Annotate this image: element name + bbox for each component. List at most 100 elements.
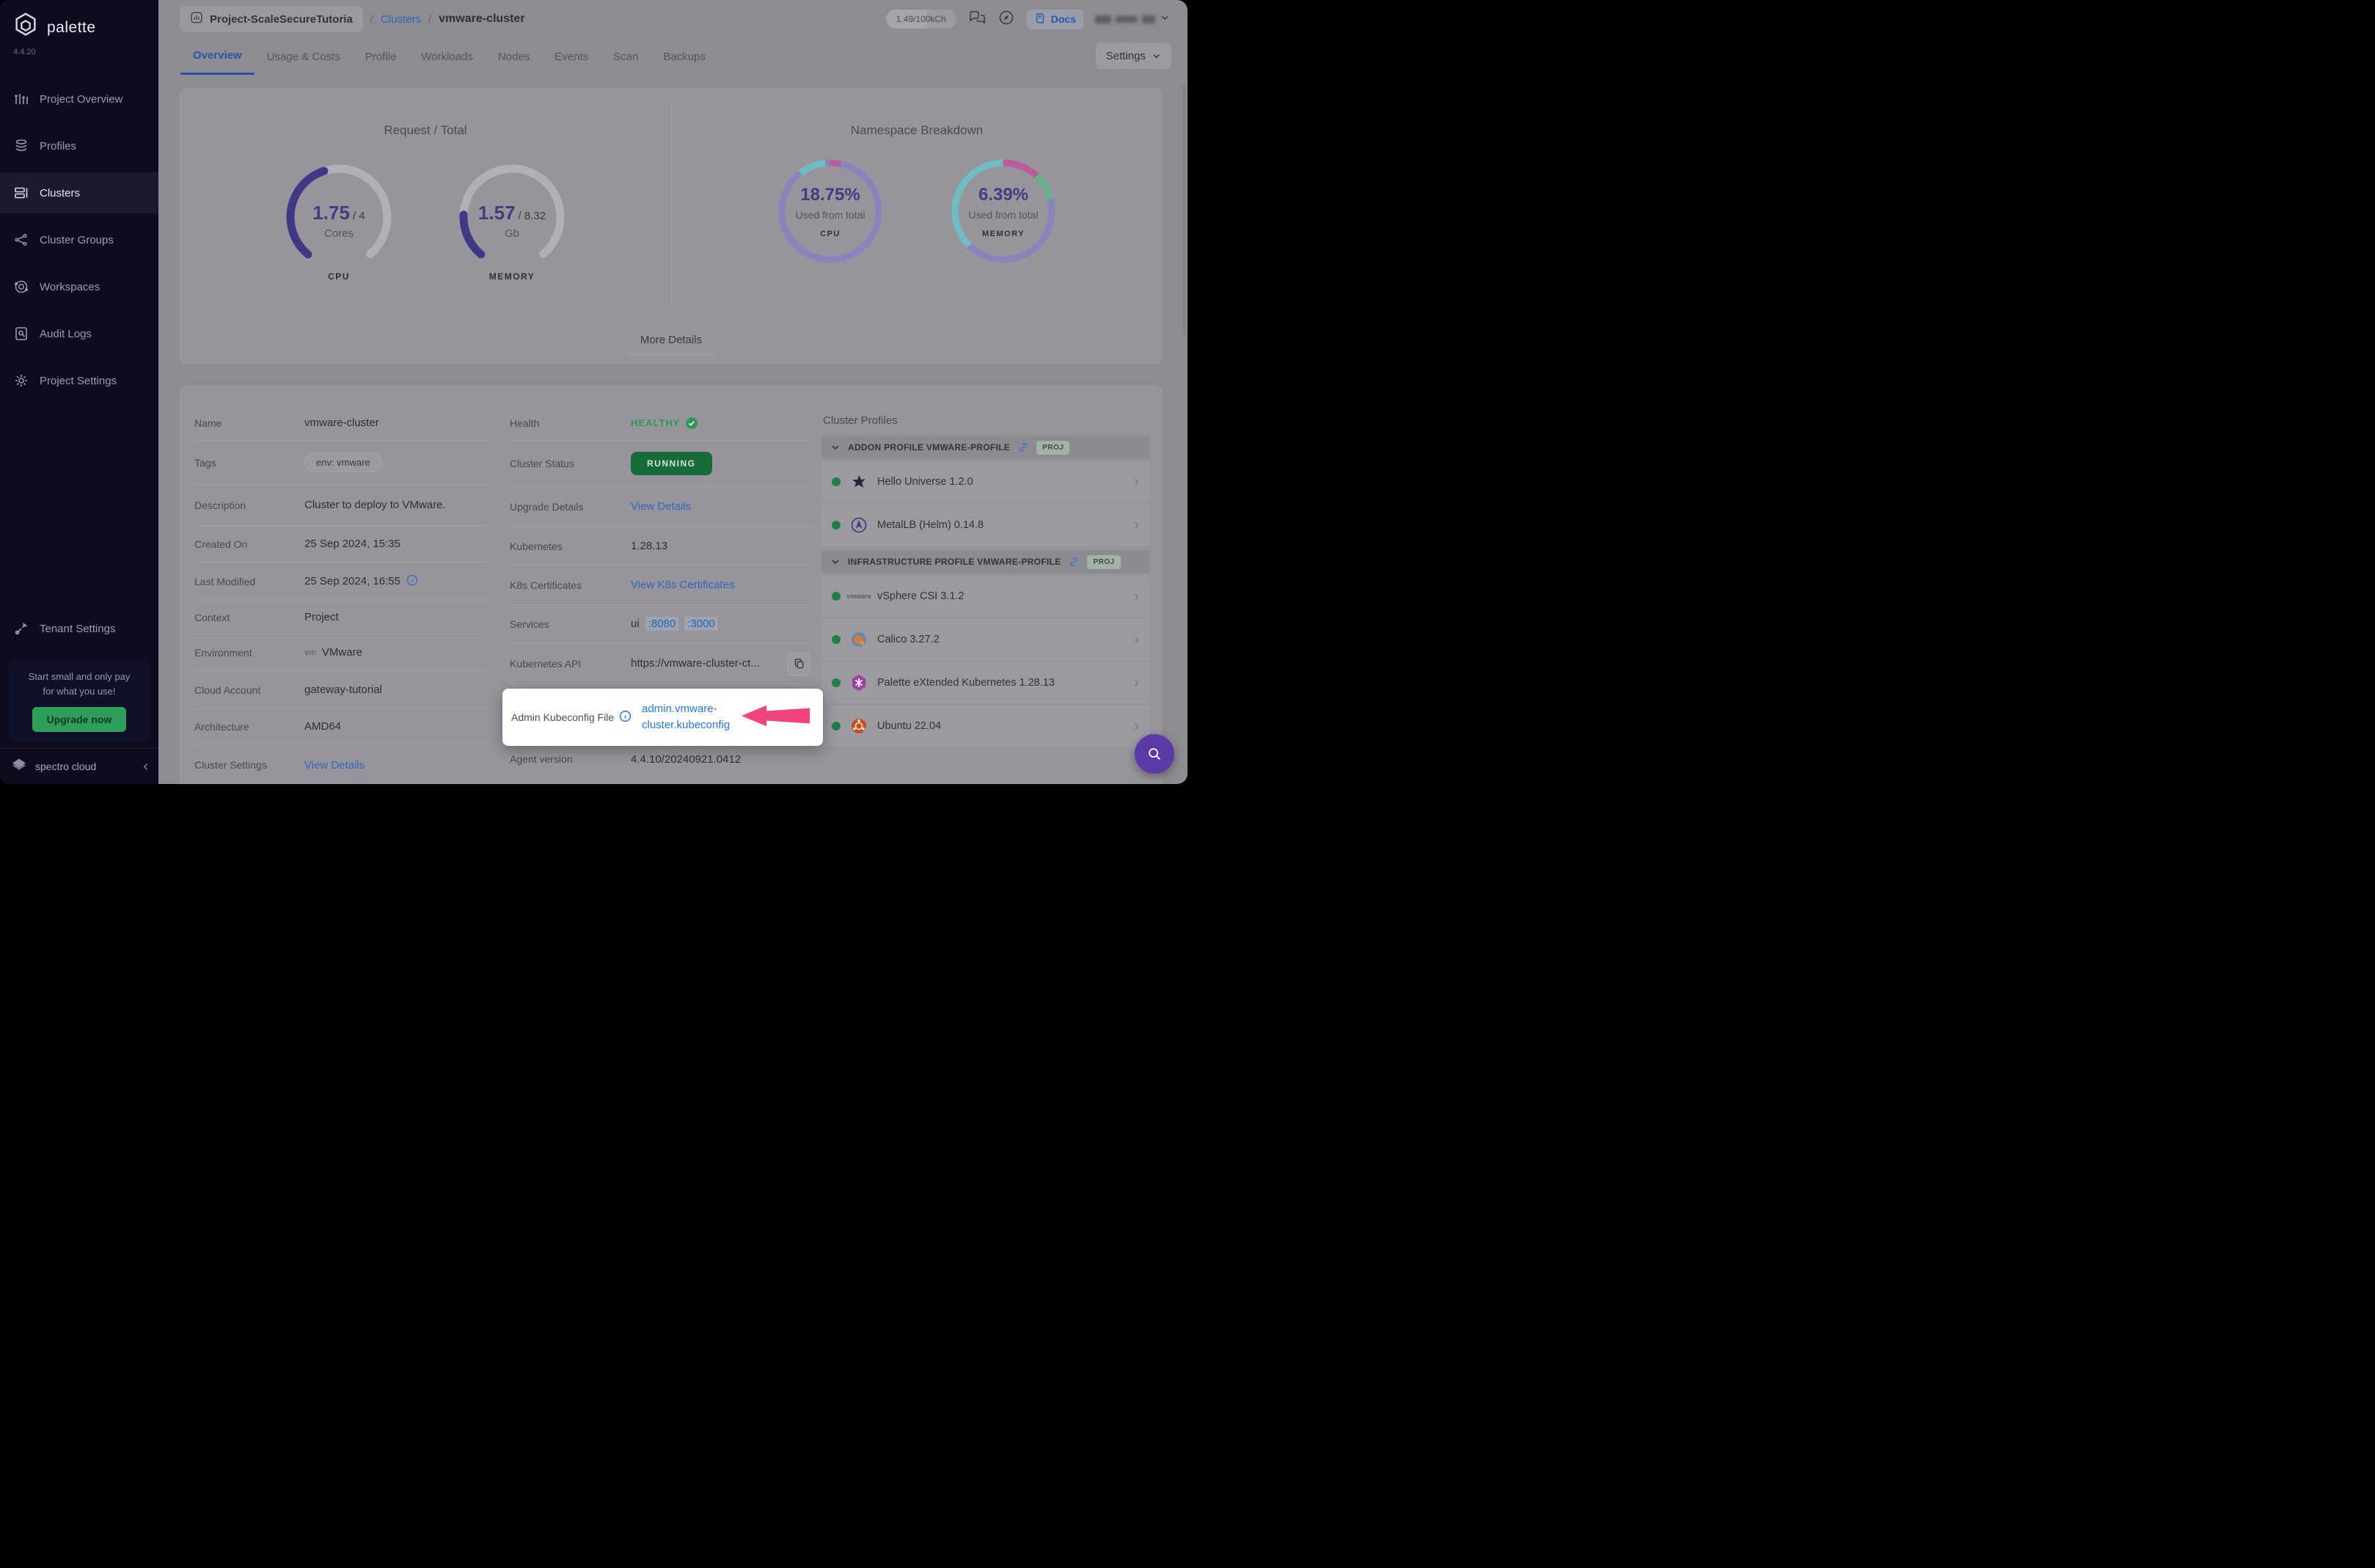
details-left-column: Name vmware-cluster Tags env: vmware Des…	[194, 406, 489, 784]
chevron-down-icon	[1153, 54, 1160, 58]
detail-row-agent-version: Agent version 4.4.10/20240921.0412	[510, 752, 742, 766]
infrastructure-profile-header[interactable]: INFRASTRUCTURE PROFILE VMWARE-PROFILE PR…	[821, 550, 1149, 574]
usage-overview-card: Request / Total 1.75/ 4 Cores CPU 1.57 /…	[180, 88, 1163, 364]
kubernetes-api-value: https://vmware-cluster-ct...	[631, 657, 760, 670]
status-dot	[832, 678, 841, 687]
tab-usage-costs[interactable]: Usage & Costs	[255, 38, 353, 75]
tab-workloads[interactable]: Workloads	[409, 38, 486, 75]
cluster-settings-view-details-link[interactable]: View Details	[304, 759, 365, 772]
sidebar-item-project-overview[interactable]: Project Overview	[0, 78, 158, 120]
chevron-down-icon	[832, 445, 839, 450]
tab-events[interactable]: Events	[542, 38, 601, 75]
copy-icon[interactable]	[787, 651, 810, 675]
admin-kubeconfig-file-link[interactable]: admin.vmware- cluster.kubeconfig	[642, 701, 730, 733]
info-icon[interactable]	[406, 574, 418, 589]
profile-layer-palette-extended-kubernetes[interactable]: Palette eXtended Kubernetes 1.28.13 ›	[821, 662, 1149, 703]
chevron-right-icon: ›	[1134, 473, 1139, 490]
info-icon[interactable]	[619, 710, 632, 725]
server-icon	[13, 185, 29, 201]
cpu-gauge: 1.75/ 4 Cores CPU	[280, 158, 398, 282]
memory-used-caption: Used from total	[968, 208, 1039, 221]
environment-value: VMware	[321, 646, 362, 659]
nodes-icon	[13, 232, 29, 248]
palette-logo-icon	[12, 12, 40, 43]
detail-row-tags: Tags env: vmware	[194, 441, 489, 485]
status-dot	[832, 635, 841, 644]
cluster-tabs: Overview Usage & Costs Profile Workloads…	[158, 38, 1188, 75]
status-dot	[832, 722, 841, 730]
chevron-down-icon	[1160, 12, 1170, 26]
scrollbar[interactable]	[1182, 84, 1186, 334]
sidebar: palette 4.4.20 Project Overview Profiles…	[0, 0, 158, 784]
user-menu[interactable]	[1095, 12, 1170, 26]
sidebar-footer: spectro cloud ‹	[0, 748, 158, 784]
sidebar-item-cluster-groups[interactable]: Cluster Groups	[0, 219, 158, 260]
settings-button[interactable]: Settings	[1095, 43, 1171, 69]
tab-backups[interactable]: Backups	[651, 38, 718, 75]
more-details-button[interactable]: More Details	[180, 334, 1163, 354]
context-value: Project	[304, 611, 339, 623]
search-fab-button[interactable]	[1135, 734, 1174, 774]
detail-row-upgrade-details: Upgrade Details View Details	[510, 486, 810, 527]
usage-meter: 1.49/100kCh	[885, 10, 956, 29]
profile-layer-metallb[interactable]: MetalLB (Helm) 0.14.8 ›	[821, 505, 1149, 546]
profile-layer-ubuntu[interactable]: Ubuntu 22.04 ›	[821, 706, 1149, 747]
orbit-icon	[13, 279, 29, 295]
cloud-account-value: gateway-tutorial	[304, 684, 382, 696]
sidebar-item-project-settings[interactable]: Project Settings	[0, 360, 158, 401]
upgrade-now-button[interactable]: Upgrade now	[32, 707, 127, 732]
sidebar-item-workspaces[interactable]: Workspaces	[0, 266, 158, 307]
cpu-total-value: / 4	[352, 210, 365, 222]
sidebar-nav: Project Overview Profiles Clusters Clust…	[0, 78, 158, 407]
pxk-icon	[850, 674, 868, 692]
admin-kubeconfig-spotlight: Admin Kubeconfig File admin.vmware- clus…	[502, 689, 823, 746]
metallb-icon	[850, 516, 868, 534]
project-name: Project-ScaleSecureTutoria	[210, 12, 353, 26]
profile-layer-hello-universe[interactable]: Hello Universe 1.2.0 ›	[821, 461, 1149, 502]
tab-overview[interactable]: Overview	[180, 38, 255, 75]
breadcrumb-clusters-link[interactable]: Clusters	[381, 13, 421, 26]
tab-nodes[interactable]: Nodes	[486, 38, 542, 75]
sidebar-item-label: Tenant Settings	[40, 622, 116, 635]
memory-donut-label: MEMORY	[981, 229, 1025, 238]
chat-icon[interactable]	[968, 9, 986, 30]
tab-profile[interactable]: Profile	[353, 38, 409, 75]
vmware-icon: vmware	[846, 593, 871, 600]
breadcrumb-current: vmware-cluster	[439, 12, 525, 25]
project-selector[interactable]: Project-ScaleSecureTutoria	[180, 6, 363, 32]
service-port-link-3000[interactable]: :3000	[684, 617, 718, 631]
profile-layer-calico[interactable]: Calico 3.27.2 ›	[821, 619, 1149, 660]
audit-log-icon	[13, 326, 29, 342]
addon-profile-header[interactable]: ADDON PROFILE VMWARE-PROFILE PROJ	[821, 436, 1149, 459]
detail-row-cloud-account: Cloud Account gateway-tutorial	[194, 671, 489, 709]
status-dot	[832, 521, 841, 530]
chevron-right-icon: ›	[1134, 516, 1139, 533]
collapse-sidebar-icon[interactable]: ‹	[143, 758, 148, 775]
upgrade-view-details-link[interactable]: View Details	[631, 500, 691, 513]
sidebar-item-clusters[interactable]: Clusters	[0, 172, 158, 213]
sidebar-item-tenant-settings[interactable]: Tenant Settings	[0, 608, 158, 649]
detail-row-health: Health HEALTHY	[510, 406, 810, 441]
view-k8s-certificates-link[interactable]: View K8s Certificates	[631, 579, 734, 591]
brand-name: palette	[47, 18, 96, 36]
sidebar-item-profiles[interactable]: Profiles	[0, 125, 158, 166]
profile-layer-vsphere-csi[interactable]: vmware vSphere CSI 3.1.2 ›	[821, 576, 1149, 617]
link-icon	[1019, 443, 1028, 452]
main-area: Project-ScaleSecureTutoria / Clusters / …	[158, 0, 1188, 784]
breadcrumb-separator: /	[370, 12, 373, 26]
detail-row-kubernetes-api: Kubernetes API https://vmware-cluster-ct…	[510, 643, 810, 684]
top-bar: Project-ScaleSecureTutoria / Clusters / …	[158, 0, 1188, 38]
masked-user-name	[1142, 15, 1155, 23]
promo-text: Start small and only pay for what you us…	[28, 671, 131, 697]
last-modified-value: 25 Sep 2024, 16:55	[304, 575, 400, 587]
compass-icon[interactable]	[998, 9, 1015, 30]
kubernetes-version-value: 1.28.13	[631, 540, 668, 552]
service-port-link-8080[interactable]: :8080	[645, 617, 679, 631]
sidebar-item-label: Audit Logs	[40, 327, 92, 340]
sidebar-item-audit-logs[interactable]: Audit Logs	[0, 313, 158, 354]
docs-button[interactable]: Docs	[1026, 9, 1083, 29]
service-name: ui	[631, 618, 640, 630]
chevron-right-icon: ›	[1134, 631, 1139, 648]
memory-used-percent: 6.39%	[978, 184, 1029, 205]
tab-scan[interactable]: Scan	[601, 38, 651, 75]
